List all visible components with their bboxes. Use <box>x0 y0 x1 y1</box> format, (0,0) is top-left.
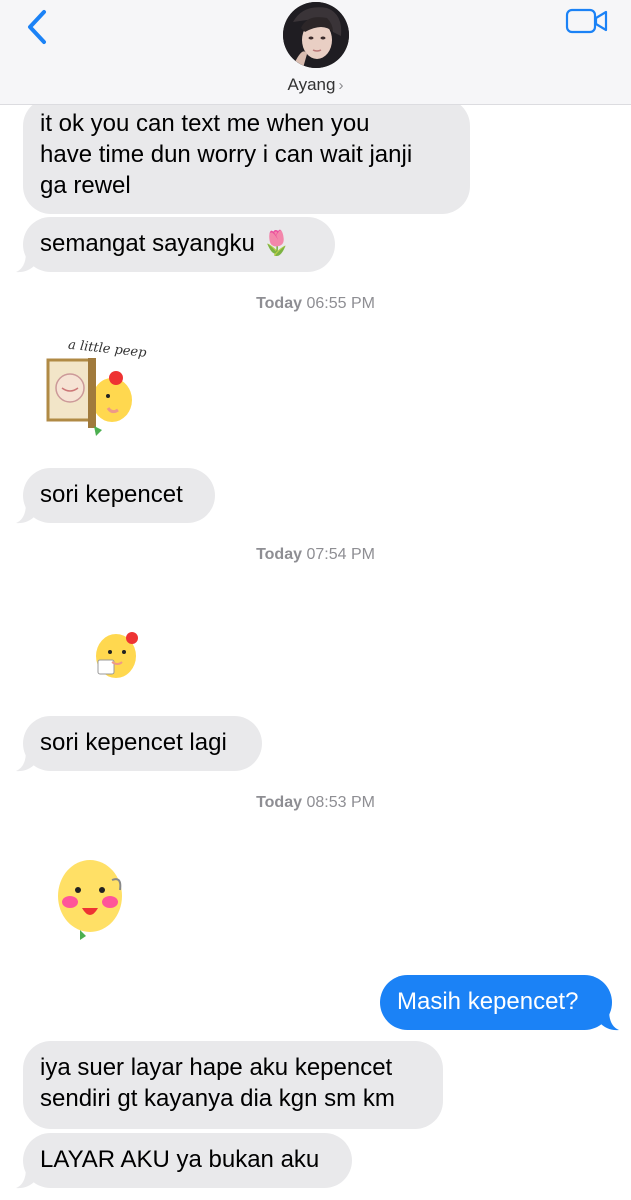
timestamp-day: Today <box>256 794 302 811</box>
message-line: have time dun worry i can wait janji <box>40 141 413 168</box>
timestamp-day: Today <box>256 295 302 312</box>
timestamp-time: 08:53 PM <box>306 794 375 811</box>
sticker-a-little-peep[interactable]: a little peep <box>40 330 160 448</box>
message-bubble-incoming[interactable]: sori kepencet lagi <box>23 716 262 771</box>
message-line: it ok you can text me when you <box>40 110 370 137</box>
facetime-video-button[interactable] <box>565 6 609 36</box>
bubble-tail <box>16 1168 36 1189</box>
video-camera-icon <box>565 8 608 34</box>
message-line: ga rewel <box>40 172 131 199</box>
message-text: sori kepencet <box>40 481 183 508</box>
message-line: sendiri gt kayanya dia kgn sm km <box>40 1085 395 1112</box>
message-line: iya suer layar hape aku kepencet <box>40 1054 393 1081</box>
timestamp: Today 08:53 PM <box>0 794 631 812</box>
message-bubble-incoming[interactable]: LAYAR AKU ya bukan aku <box>23 1133 352 1188</box>
sticker-caption: a little peep <box>67 338 147 361</box>
contact-name-text: Ayang <box>287 75 336 94</box>
timestamp: Today 07:54 PM <box>0 546 631 564</box>
bubble-tail <box>16 252 36 273</box>
timestamp-time: 06:55 PM <box>306 295 375 312</box>
sticker-chick-small[interactable] <box>86 622 146 688</box>
message-bubble-incoming[interactable]: sori kepencet <box>23 468 215 523</box>
message-text: sori kepencet lagi <box>40 729 227 756</box>
message-text: Masih kepencet? <box>397 988 579 1015</box>
avatar <box>283 2 349 68</box>
sticker-chick-blushing[interactable] <box>50 850 130 940</box>
chevron-right-icon: › <box>338 77 344 94</box>
timestamp-day: Today <box>256 546 302 563</box>
bubble-tail <box>16 751 36 772</box>
timestamp: Today 06:55 PM <box>0 295 631 313</box>
timestamp-time: 07:54 PM <box>306 546 375 563</box>
bubble-tail <box>599 1010 619 1031</box>
message-text: semangat sayangku 🌷 <box>40 230 292 257</box>
message-bubble-incoming[interactable]: iya suer layar hape aku kepencet sendiri… <box>23 1041 443 1129</box>
message-bubble-incoming[interactable]: it ok you can text me when you have time… <box>23 98 470 214</box>
message-text: LAYAR AKU ya bukan aku <box>40 1146 320 1173</box>
message-bubble-incoming[interactable]: semangat sayangku 🌷 <box>23 217 335 272</box>
message-bubble-outgoing[interactable]: Masih kepencet? <box>380 975 612 1030</box>
conversation-header: Ayang › <box>0 0 631 105</box>
contact-info-button[interactable]: Ayang › <box>0 0 631 104</box>
contact-name: Ayang › <box>0 75 631 95</box>
bubble-tail <box>16 503 36 524</box>
